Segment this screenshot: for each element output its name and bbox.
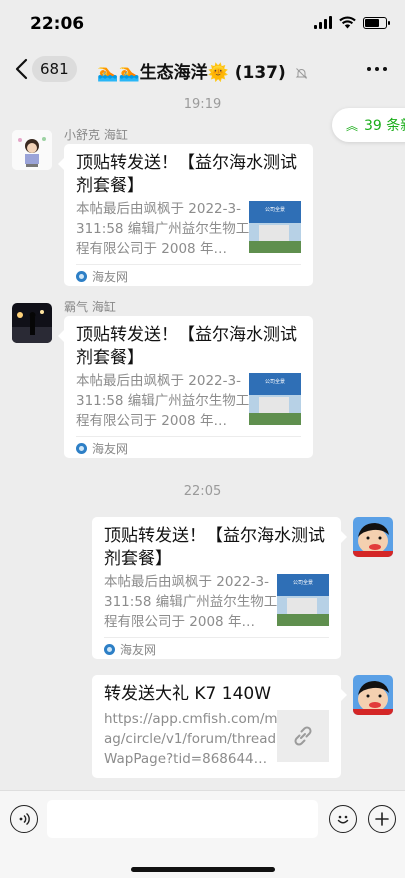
card-source: 海友网 — [76, 268, 128, 285]
card-title: 顶贴转发送！【益尔海水测试剂套餐】 — [76, 325, 297, 368]
chat-title-text: 🏊🏊生态海洋🌞 (137) — [97, 63, 286, 83]
card-description: 本帖最后由飒枫于 2022-3-311:58 编辑广州益尔生物工程有限公司于 2… — [104, 574, 278, 630]
voice-icon[interactable] — [10, 805, 38, 833]
card-divider — [76, 264, 301, 265]
status-time: 22:06 — [30, 14, 85, 34]
card-description: https://app.cmfish.com/mag/circle/v1/for… — [104, 711, 278, 767]
new-messages-label: 39 条新 — [364, 118, 405, 134]
double-chevron-up-icon: ︽ — [346, 118, 359, 133]
card-source: 海友网 — [104, 641, 156, 658]
card-source-name: 海友网 — [120, 643, 157, 657]
link-card[interactable]: 顶贴转发送！【益尔海水测试剂套餐】 本帖最后由飒枫于 2022-3-311:58… — [58, 316, 313, 458]
avatar[interactable] — [353, 517, 393, 557]
card-title: 转发送大礼 K7 140W — [104, 684, 272, 704]
avatar[interactable] — [12, 130, 52, 170]
link-icon — [277, 710, 329, 762]
link-card[interactable]: 顶贴转发送！【益尔海水测试剂套餐】 本帖最后由飒枫于 2022-3-311:58… — [92, 517, 347, 659]
card-thumbnail: 公司全景 — [249, 373, 301, 425]
card-description: 本帖最后由飒枫于 2022-3-311:58 编辑广州益尔生物工程有限公司于 2… — [76, 373, 250, 429]
thumb-caption: 公司全景 — [293, 579, 313, 586]
message-input[interactable] — [47, 800, 318, 838]
chat-title: 🏊🏊生态海洋🌞 (137) — [0, 58, 405, 83]
battery-icon — [363, 16, 390, 29]
site-logo-icon — [104, 644, 115, 655]
site-logo-icon — [76, 271, 87, 282]
card-thumbnail: 公司全景 — [277, 574, 329, 626]
card-source: 海友网 — [76, 440, 128, 457]
thumb-caption: 公司全景 — [265, 378, 285, 385]
site-logo-icon — [76, 443, 87, 454]
card-source-name: 海友网 — [92, 270, 129, 284]
card-divider — [104, 637, 329, 638]
sender-name: 霸气 海缸 — [64, 300, 116, 314]
avatar[interactable] — [12, 303, 52, 343]
wifi-icon — [339, 16, 356, 29]
home-indicator — [131, 867, 275, 872]
sender-name: 小舒克 海缸 — [64, 128, 128, 142]
card-title: 顶贴转发送！【益尔海水测试剂套餐】 — [76, 153, 297, 196]
plus-icon[interactable] — [368, 805, 396, 833]
card-divider — [76, 436, 301, 437]
more-icon[interactable] — [367, 67, 387, 71]
bell-muted-icon — [295, 67, 307, 79]
card-title: 顶贴转发送！【益尔海水测试剂套餐】 — [104, 526, 325, 569]
thumb-caption: 公司全景 — [265, 206, 285, 213]
emoji-icon[interactable] — [329, 805, 357, 833]
cellular-signal-icon — [314, 16, 332, 29]
avatar[interactable] — [353, 675, 393, 715]
timestamp: 22:05 — [183, 484, 222, 499]
card-description: 本帖最后由飒枫于 2022-3-311:58 编辑广州益尔生物工程有限公司于 2… — [76, 201, 250, 257]
card-source-name: 海友网 — [92, 442, 129, 456]
card-thumbnail: 公司全景 — [249, 201, 301, 253]
link-card[interactable]: 顶贴转发送！【益尔海水测试剂套餐】 本帖最后由飒枫于 2022-3-311:58… — [58, 144, 313, 286]
status-icons — [314, 16, 390, 29]
status-bar: 22:06 — [0, 0, 405, 46]
input-bar — [0, 790, 405, 878]
new-messages-pill[interactable]: ︽ 39 条新 — [332, 108, 405, 142]
link-card[interactable]: 转发送大礼 K7 140W https://app.cmfish.com/mag… — [92, 675, 347, 778]
chat-header: 681 🏊🏊生态海洋🌞 (137) — [0, 46, 405, 92]
